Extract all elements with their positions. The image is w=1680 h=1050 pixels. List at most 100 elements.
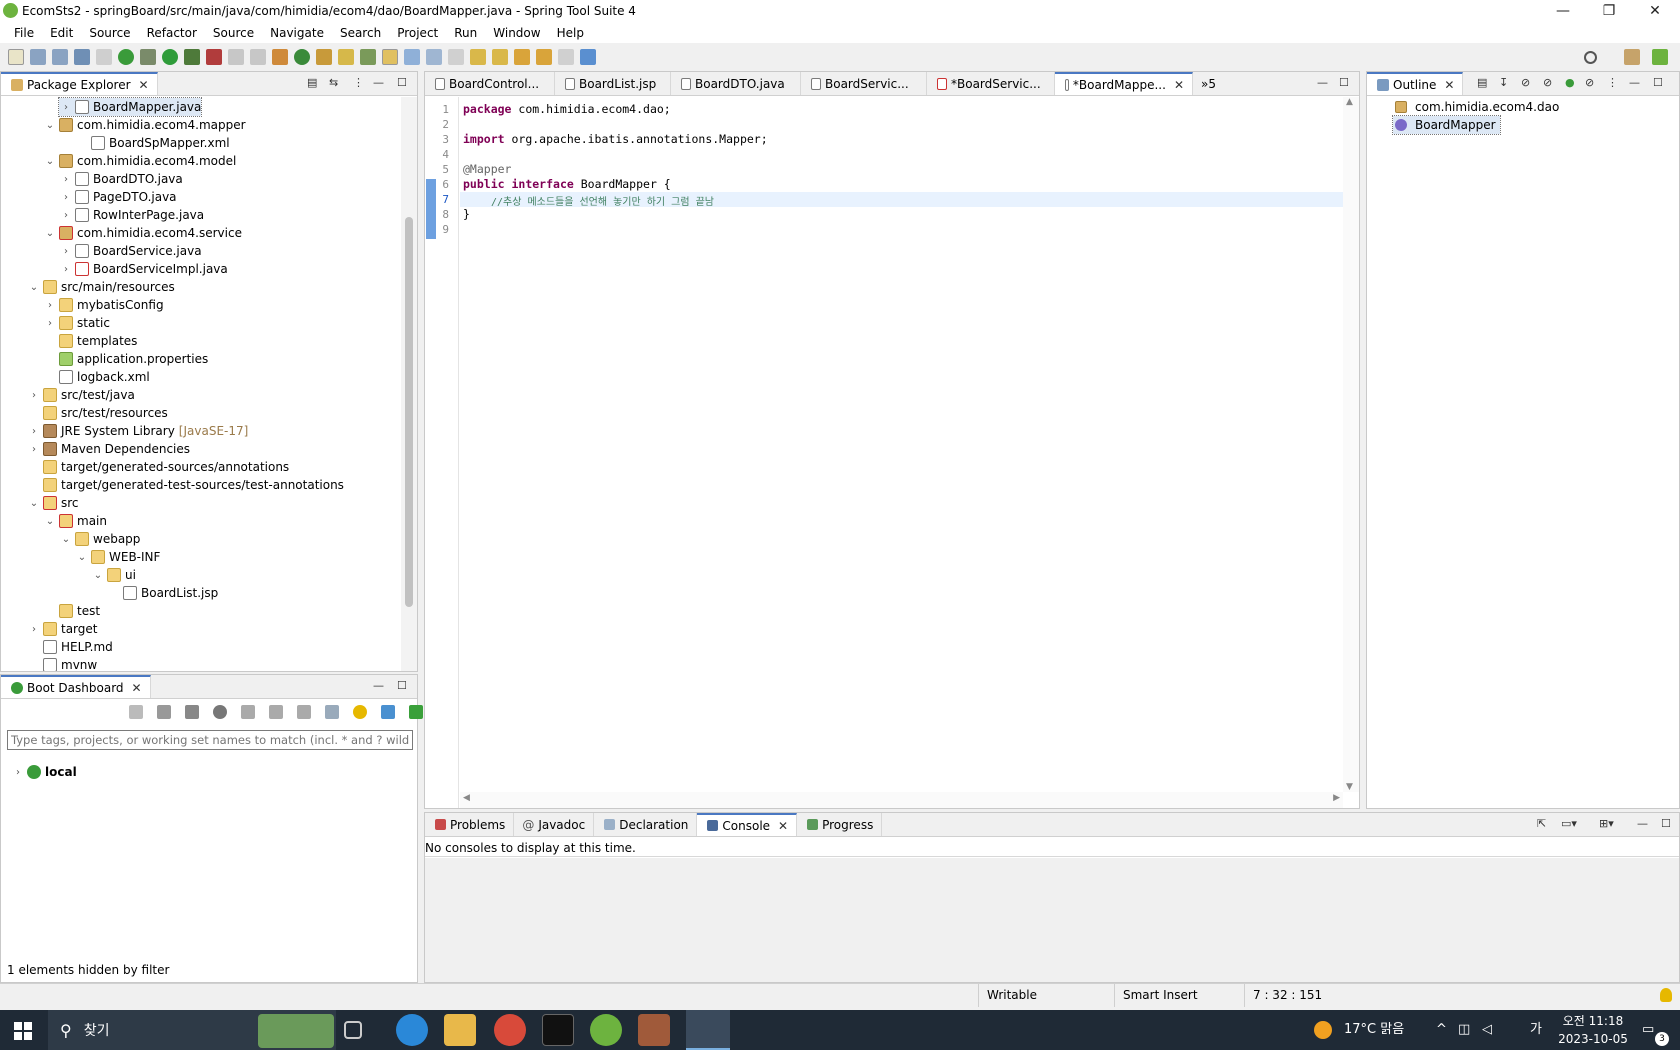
outline-interface[interactable]: BoardMapper [1392,115,1501,135]
search-tool-icon[interactable] [338,49,354,65]
tree-item[interactable]: › BoardServiceImpl.java [59,260,228,278]
tab-outline[interactable]: Outline ✕ [1367,72,1464,95]
expand-arrow[interactable]: ⌄ [27,282,41,293]
tree-item[interactable]: ⌄ webapp [59,530,140,548]
tree-item[interactable]: › src/test/java [27,386,135,404]
tree-item[interactable]: target/generated-test-sources/test-annot… [27,476,344,494]
lightbulb-icon[interactable] [353,705,367,719]
disconnect-icon[interactable] [250,49,266,65]
expand-arrow[interactable]: › [27,444,41,455]
tree-item[interactable]: › JRE System Library [JavaSE-17] [27,422,248,440]
annotation-icon[interactable] [360,49,376,65]
scroll-left-icon[interactable]: ◀ [463,793,470,803]
menu-project[interactable]: Project [389,26,446,40]
expand-arrow[interactable]: › [59,210,73,221]
close-boot-dashboard-button[interactable]: ✕ [132,681,142,695]
tree-item[interactable]: templates [43,332,137,350]
expand-arrow[interactable]: ⌄ [43,228,57,239]
hide-nonpublic-icon[interactable]: ● [1565,76,1575,89]
tree-item[interactable]: src/test/resources [27,404,168,422]
tab-problems[interactable]: Problems [425,813,515,836]
tree-item[interactable]: application.properties [43,350,208,368]
view-menu-icon[interactable]: ⋮ [353,76,364,89]
close-console-button[interactable]: ✕ [778,819,788,833]
file-explorer-icon[interactable] [444,1014,476,1046]
hide-static-icon[interactable]: ⊘ [1543,76,1552,89]
menu-edit[interactable]: Edit [42,26,81,40]
maximize-dashboard-icon[interactable]: ☐ [397,679,407,692]
link-editor-icon[interactable]: ⇆ [329,76,338,89]
tree-item[interactable]: › mybatisConfig [43,296,164,314]
tree-item[interactable]: › BoardService.java [59,242,202,260]
close-package-explorer-button[interactable]: ✕ [139,78,149,92]
tree-item[interactable]: › target [27,620,98,638]
chrome-icon[interactable] [494,1014,526,1046]
console-boot-icon[interactable] [241,705,255,719]
tree-item[interactable]: › BoardMapper.java [57,97,203,117]
tree-item[interactable]: › BoardDTO.java [59,170,183,188]
display-console-icon[interactable]: ▭▾ [1561,817,1577,830]
editor-vertical-scrollbar[interactable]: ▲ ▼ [1343,97,1359,792]
tree-item[interactable]: ⌄ com.himidia.ecom4.model [43,152,236,170]
maximize-view-icon[interactable]: ☐ [397,76,407,89]
maximize-console-icon[interactable]: ☐ [1661,817,1671,830]
tree-item[interactable]: test [43,602,100,620]
sort-icon[interactable]: ↧ [1499,76,1508,89]
tree-item[interactable]: HELP.md [27,638,113,656]
maximize-editor-icon[interactable]: ☐ [1339,76,1349,89]
tree-item[interactable]: target/generated-sources/annotations [27,458,289,476]
forward-icon[interactable] [558,49,574,65]
menu-run[interactable]: Run [446,26,485,40]
edit-icon[interactable] [297,705,311,719]
menu-help[interactable]: Help [549,26,592,40]
expand-arrow[interactable]: › [27,426,41,437]
tab-package-explorer[interactable]: Package Explorer ✕ [1,72,158,95]
network-icon[interactable]: ◫ [1458,1010,1470,1050]
notification-icon[interactable]: ▭ [1642,1010,1654,1050]
expand-arrow[interactable]: › [59,192,73,203]
tip-lightbulb-icon[interactable] [1660,988,1672,1002]
tab-overflow[interactable]: »5 [1193,72,1224,95]
expand-arrow[interactable]: ⌄ [27,498,41,509]
tab-boardlist-jsp[interactable]: BoardList.jsp [555,72,671,95]
tab-javadoc[interactable]: @ Javadoc [514,813,595,836]
weather-icon[interactable] [1314,1021,1332,1039]
expand-arrow[interactable]: › [11,767,25,778]
back-icon[interactable] [536,49,552,65]
tree-item[interactable]: mvnw [27,656,97,671]
tree-item[interactable]: › RowInterPage.java [59,206,204,224]
tree-item[interactable]: ⌄ src/main/resources [27,278,175,296]
minimize-view-icon[interactable]: — [373,76,384,89]
scrollbar-thumb[interactable] [405,217,413,607]
edge-icon[interactable] [396,1014,428,1046]
collapse-outline-icon[interactable]: ▤ [1477,76,1487,89]
toggle-block-icon[interactable] [404,49,420,65]
tab-progress[interactable]: Progress [797,813,883,836]
expand-arrow[interactable]: › [27,624,41,635]
close-window-button[interactable]: ✕ [1632,0,1678,22]
skip-breakpoints-icon[interactable] [96,49,112,65]
tree-item[interactable]: ⌄ ui [91,566,136,584]
minimize-console-icon[interactable]: — [1637,817,1648,830]
properties-icon[interactable] [325,705,339,719]
pin-editor-icon[interactable] [580,49,596,65]
expand-arrow[interactable]: ⌄ [43,120,57,131]
next-annotation-icon[interactable] [470,49,486,65]
tab-console[interactable]: Console ✕ [697,813,798,836]
expand-arrow[interactable]: › [43,300,57,311]
prev-annotation-icon[interactable] [492,49,508,65]
outline-package[interactable]: com.himidia.ecom4.dao [1393,98,1559,116]
menu-source-2[interactable]: Source [205,26,262,40]
package-explorer-scrollbar[interactable] [401,97,417,671]
weather-text[interactable]: 17°C 맑음 [1344,1010,1404,1050]
boot-icon[interactable] [118,49,134,65]
filter-icon[interactable] [381,705,395,719]
minimize-dashboard-icon[interactable]: — [373,679,384,692]
volume-icon[interactable]: ◁ [1482,1010,1492,1050]
tree-item[interactable]: ⌄ src [27,494,79,512]
sts-active-icon[interactable] [686,1010,730,1050]
app-icon[interactable] [638,1014,670,1046]
open-type-icon[interactable] [316,49,332,65]
expand-arrow[interactable]: ⌄ [43,156,57,167]
expand-arrow[interactable]: › [59,264,73,275]
